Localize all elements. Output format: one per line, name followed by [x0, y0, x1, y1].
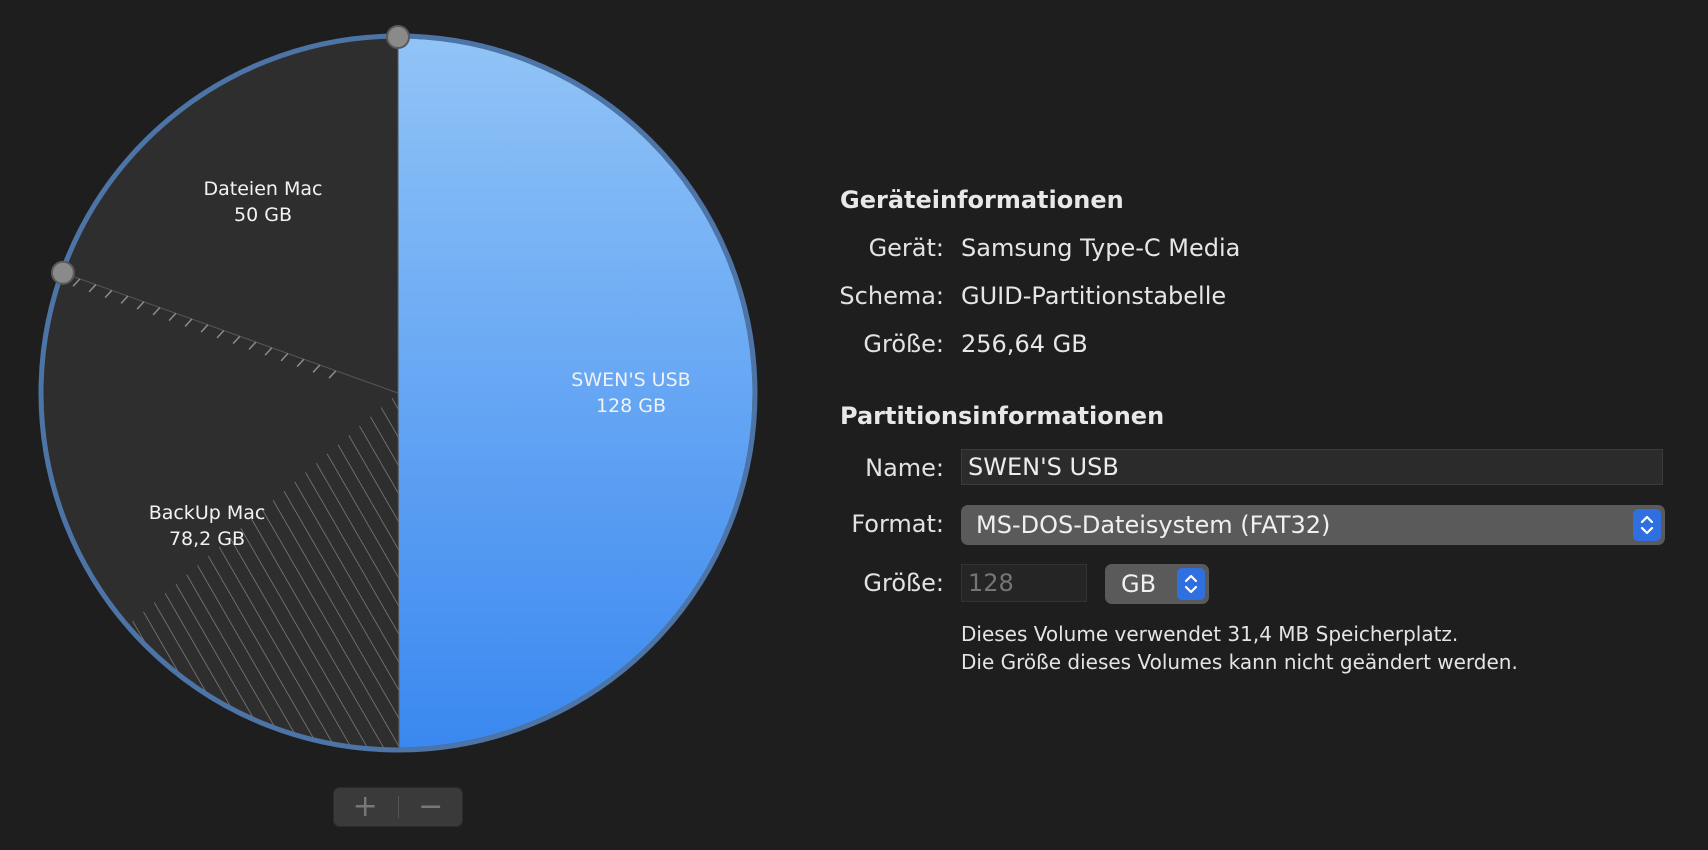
remove-partition-button[interactable]: − [399, 787, 464, 827]
slice-name: SWEN'S USB [571, 369, 691, 391]
slice-label-backup-mac: BackUp Mac 78,2 GB [97, 500, 317, 552]
slice-name: Dateien Mac [203, 178, 323, 200]
unit-value: GB [1121, 570, 1157, 598]
slice-name: BackUp Mac [148, 502, 266, 524]
usage-note: Dieses Volume verwendet 31,4 MB Speicher… [961, 622, 1459, 646]
size-unit-popup[interactable]: GB [1105, 564, 1209, 604]
slice-size: 128 GB [595, 395, 667, 417]
device-size-label: Größe: [863, 330, 944, 358]
device-value: Samsung Type-C Media [961, 234, 1241, 262]
scheme-label: Schema: [839, 282, 944, 310]
resize-note: Die Größe dieses Volumes kann nicht geän… [961, 650, 1518, 674]
partition-info-title: Partitionsinformationen [840, 402, 1165, 430]
device-size-value: 256,64 GB [961, 330, 1088, 358]
slice-label-swens-usb: SWEN'S USB 128 GB [521, 367, 741, 419]
format-value: MS-DOS-Dateisystem (FAT32) [976, 511, 1331, 539]
format-label: Format: [851, 510, 944, 538]
name-label: Name: [865, 454, 944, 482]
up-down-chevron-icon [1177, 568, 1205, 600]
minus-icon: − [418, 789, 444, 824]
device-label: Gerät: [868, 234, 944, 262]
add-remove-control: + − [333, 787, 463, 827]
slice-size: 50 GB [234, 204, 292, 226]
partition-name-input[interactable] [961, 449, 1663, 485]
partition-size-label: Größe: [863, 569, 944, 597]
format-popup[interactable]: MS-DOS-Dateisystem (FAT32) [961, 505, 1665, 545]
device-info-title: Geräteinformationen [840, 186, 1124, 214]
partition-window: Dateien Mac 50 GB BackUp Mac 78,2 GB SWE… [0, 0, 1708, 850]
resize-handle-2[interactable] [50, 260, 75, 285]
scheme-value: GUID-Partitionstabelle [961, 282, 1227, 310]
up-down-chevron-icon [1633, 509, 1661, 541]
partition-pie-area: Dateien Mac 50 GB BackUp Mac 78,2 GB SWE… [0, 0, 800, 850]
add-partition-button[interactable]: + [333, 787, 398, 827]
resize-handle-1[interactable] [386, 25, 410, 49]
plus-icon: + [352, 789, 378, 824]
partition-size-input[interactable] [961, 564, 1087, 602]
slice-size: 78,2 GB [168, 528, 246, 550]
slice-label-dateien-mac: Dateien Mac 50 GB [153, 176, 373, 228]
